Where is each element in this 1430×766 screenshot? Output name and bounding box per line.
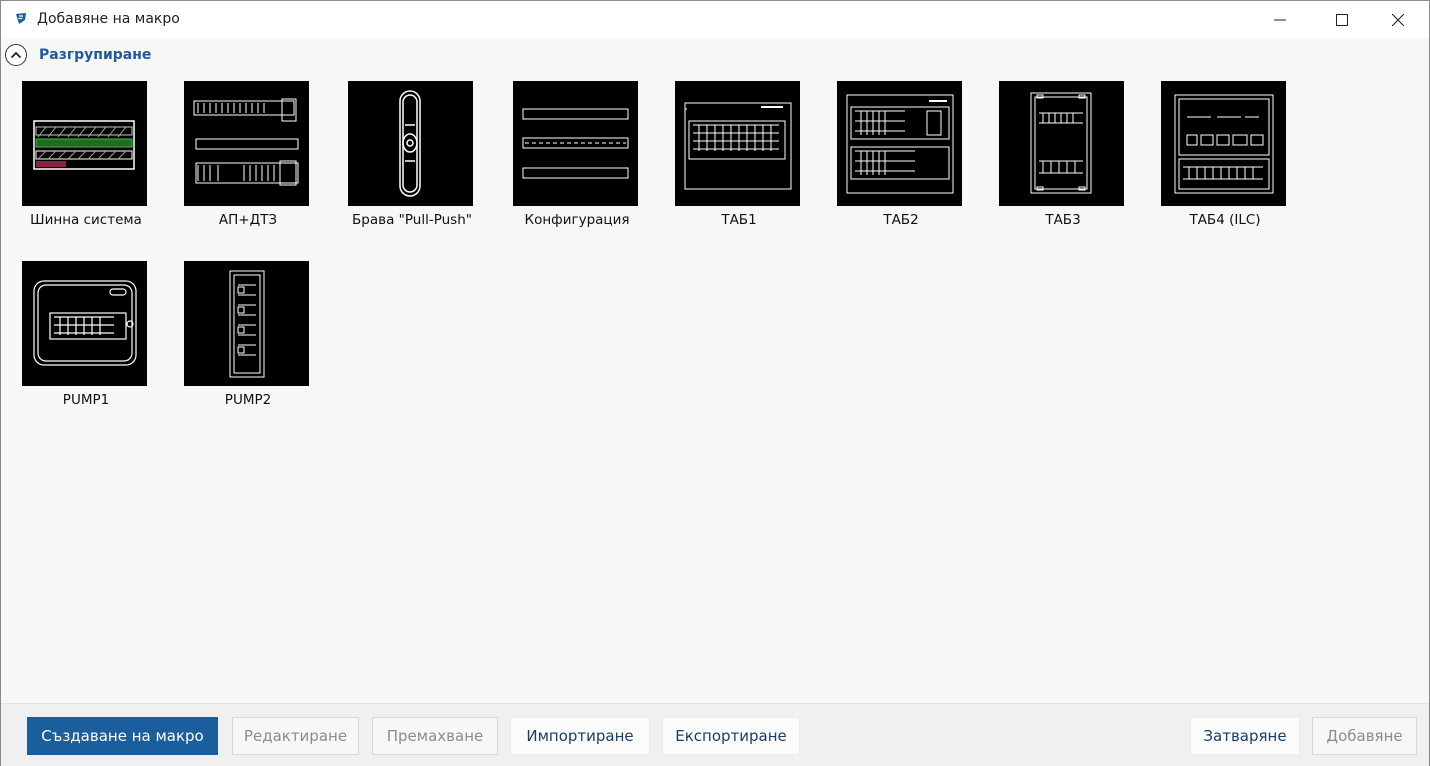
macro-label: ТАБ4 (ILC) <box>1189 212 1261 228</box>
window-title: Добавяне на макро <box>37 11 180 27</box>
title-bar: Добавяне на макро <box>1 1 1429 39</box>
macro-label: Конфигурация <box>524 212 630 228</box>
macro-label: ТАБ3 <box>1045 212 1081 228</box>
macro-tile-pump-2[interactable]: PUMP2 <box>183 261 313 408</box>
macro-tile-panel-3[interactable]: ТАБ3 <box>998 81 1128 228</box>
edit-button[interactable]: Редактиране <box>232 717 359 755</box>
panel-1-drawing <box>675 81 800 206</box>
breaker-rcd-drawing <box>184 81 309 206</box>
create-macro-button[interactable]: Създаване на макро <box>27 717 218 755</box>
pump-2-drawing <box>184 261 309 386</box>
dialog-footer: Създаване на макро Редактиране Премахван… <box>1 703 1429 766</box>
import-button[interactable]: Импортиране <box>510 717 650 755</box>
macro-label: Брава "Pull-Push" <box>352 212 472 228</box>
macro-label: ТАБ1 <box>721 212 757 228</box>
macro-label: PUMP1 <box>62 392 110 408</box>
macro-tile-configuration[interactable]: Конфигурация <box>512 81 642 228</box>
macro-label: АП+ДТЗ <box>218 212 278 228</box>
minimize-button[interactable] <box>1257 1 1303 39</box>
panel-2-drawing <box>837 81 962 206</box>
macro-tile-breaker-rcd[interactable]: АП+ДТЗ <box>183 81 313 228</box>
macro-tile-panel-4[interactable]: ТАБ4 (ILC) <box>1160 81 1290 228</box>
export-button[interactable]: Експортиране <box>662 717 800 755</box>
panel-3-drawing <box>999 81 1124 206</box>
minimize-icon <box>1274 19 1286 21</box>
app-logo-icon <box>13 11 29 27</box>
macro-label: ТАБ2 <box>883 212 919 228</box>
macro-tile-busbar[interactable]: Шинна система <box>21 81 151 228</box>
add-button[interactable]: Добавяне <box>1312 717 1417 755</box>
pump-1-drawing <box>22 261 147 386</box>
macro-tile-door-lock[interactable]: Брава "Pull-Push" <box>347 81 477 228</box>
maximize-button[interactable] <box>1319 1 1365 39</box>
macro-tile-pump-1[interactable]: PUMP1 <box>21 261 151 408</box>
busbar-system-drawing <box>22 81 147 206</box>
close-button[interactable] <box>1375 1 1421 39</box>
macro-tile-panel-2[interactable]: ТАБ2 <box>836 81 966 228</box>
close-icon <box>1392 14 1404 26</box>
close-dialog-button[interactable]: Затваряне <box>1190 717 1300 755</box>
macro-label: Шинна система <box>30 212 142 228</box>
add-macro-dialog: Добавяне на макро Разгрупиране Шинна сис… <box>0 0 1430 766</box>
macro-tile-panel-1[interactable]: ТАБ1 <box>674 81 804 228</box>
remove-button[interactable]: Премахване <box>372 717 498 755</box>
macro-label: PUMP2 <box>224 392 272 408</box>
maximize-icon <box>1336 14 1348 26</box>
chevron-up-icon <box>5 44 27 66</box>
panel-4-drawing <box>1161 81 1286 206</box>
ungroup-label: Разгрупиране <box>39 47 152 63</box>
ungroup-toggle[interactable]: Разгрупиране <box>5 43 151 67</box>
door-lock-drawing <box>348 81 473 206</box>
configuration-drawing <box>513 81 638 206</box>
